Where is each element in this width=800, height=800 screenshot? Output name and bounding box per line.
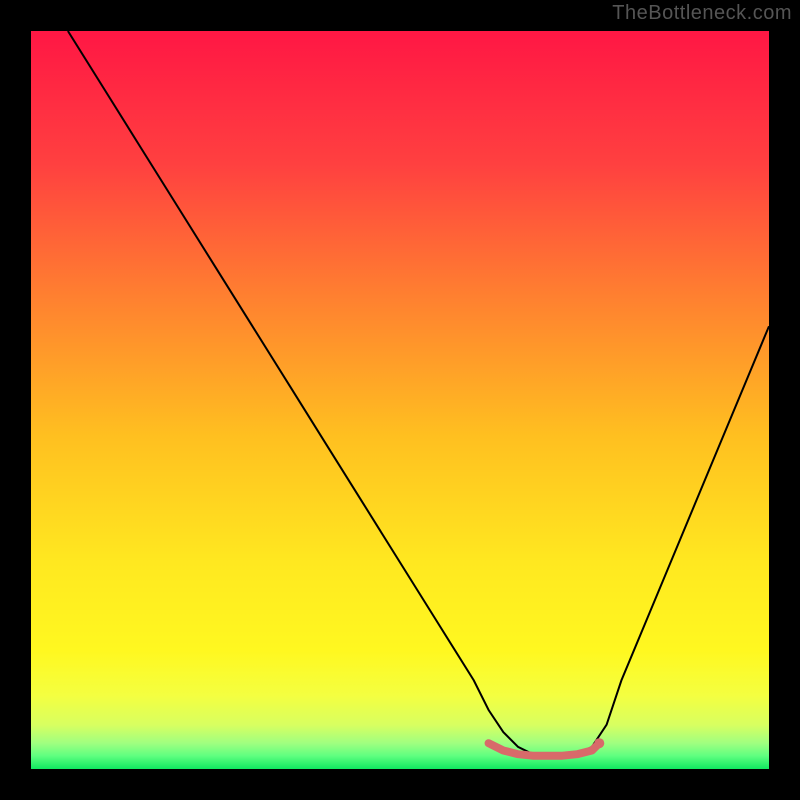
chart-svg [31,31,769,769]
chart-frame: TheBottleneck.com [0,0,800,800]
watermark-text: TheBottleneck.com [612,2,792,25]
optimal-end-dot [594,738,604,748]
chart-background [31,31,769,769]
plot-area [31,31,769,769]
